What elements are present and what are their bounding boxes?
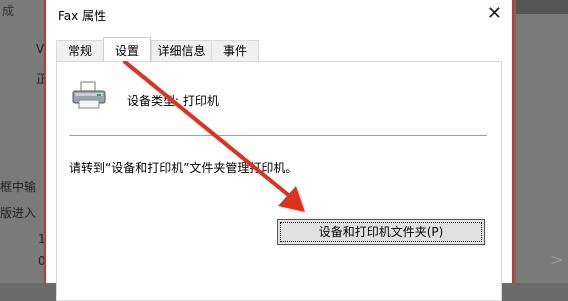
divider	[69, 135, 487, 136]
dialog-title: Fax 属性	[58, 9, 107, 23]
background-text: 框中输	[0, 180, 37, 194]
devices-printers-folder-button[interactable]: 设备和打印机文件夹(P)	[277, 219, 485, 245]
background-text: V	[36, 42, 45, 56]
device-type-label: 设备类型: 打印机	[127, 94, 219, 108]
printer-icon	[72, 81, 106, 109]
tab-settings[interactable]: 设置	[103, 37, 151, 61]
background-text: 版进入	[0, 206, 37, 220]
chevron-right-icon: >	[550, 250, 564, 269]
tab-events[interactable]: 事件	[211, 40, 259, 61]
background-text: 成	[2, 4, 15, 18]
background-window-left: 成 V 正 框中输 版进入 1 0	[0, 0, 48, 283]
settings-panel: 设备类型: 打印机 请转到“设备和打印机”文件夹管理打印机。 设备和打印机文件夹…	[56, 61, 502, 301]
tab-general[interactable]: 常规	[56, 40, 104, 61]
close-icon[interactable]: ✕	[487, 3, 502, 25]
fax-properties-dialog: Fax 属性 ✕ 常规 设置 详细信息 事件 设备类型: 打印机 请转到“设备和…	[44, 0, 514, 301]
info-text: 请转到“设备和打印机”文件夹管理打印机。	[69, 161, 298, 175]
dialog-titlebar: Fax 属性 ✕	[46, 0, 512, 30]
background-window-right: >	[516, 0, 568, 283]
button-label: 设备和打印机文件夹(P)	[280, 222, 482, 242]
tab-details[interactable]: 详细信息	[151, 40, 212, 61]
